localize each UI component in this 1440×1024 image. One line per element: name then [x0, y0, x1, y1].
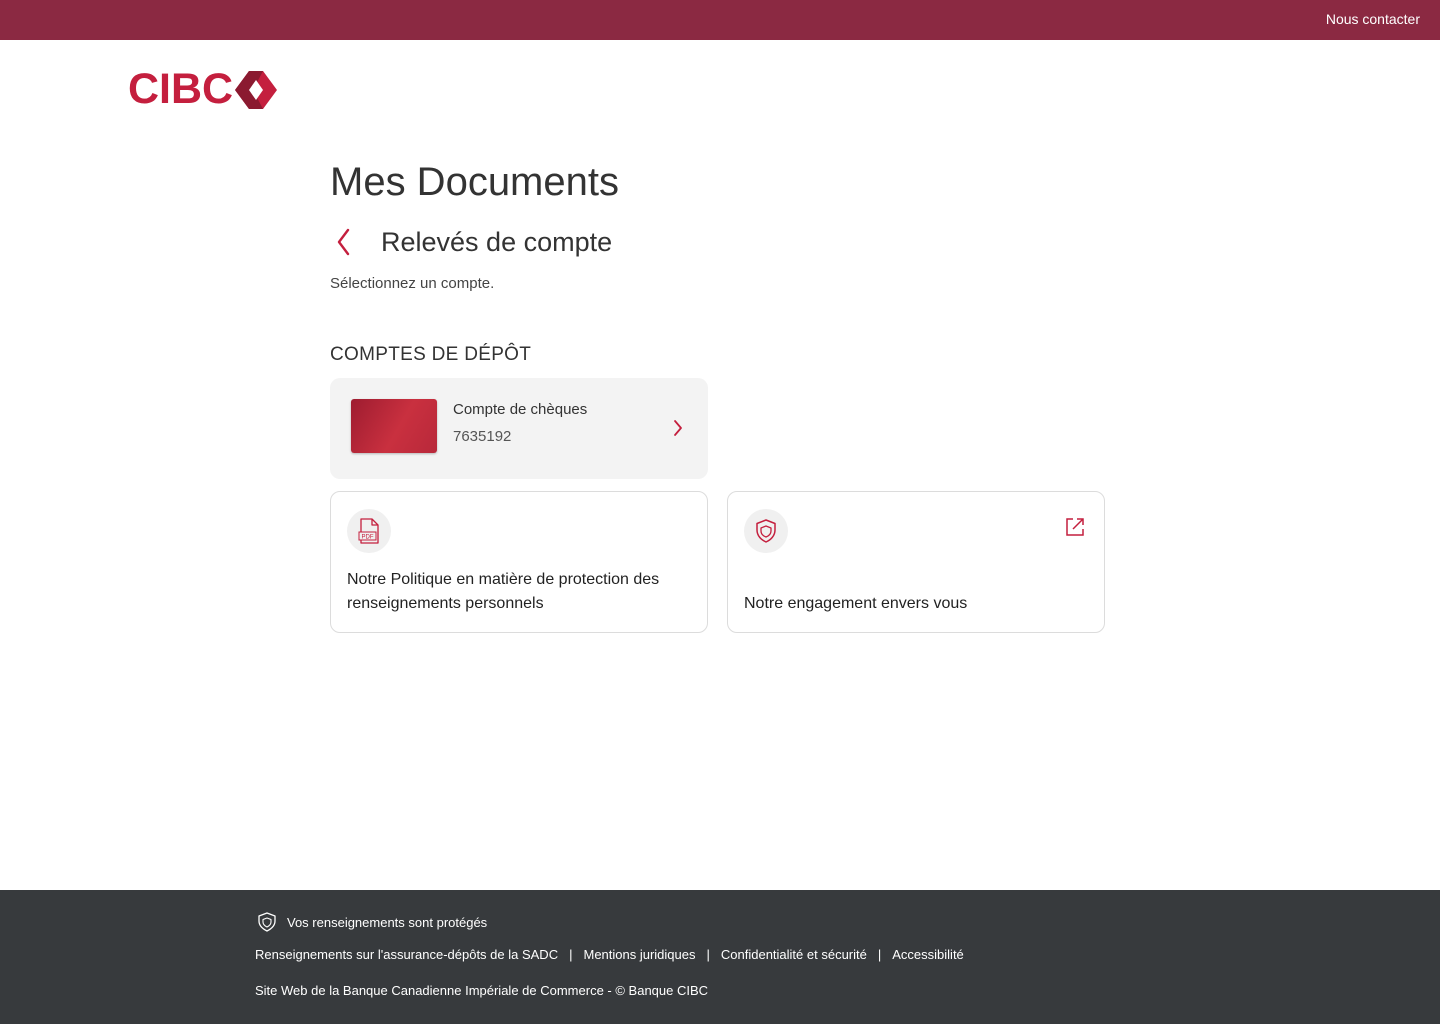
footer-link-accessibility[interactable]: Accessibilité: [892, 947, 964, 962]
section-subtitle: Relevés de compte: [381, 227, 613, 257]
account-card-chequing[interactable]: Compte de chèques 7635192: [330, 378, 708, 479]
shield-icon: [258, 912, 276, 932]
contact-link[interactable]: Nous contacter: [1326, 11, 1420, 27]
svg-text:PDF: PDF: [362, 535, 374, 541]
account-number: 7635192: [453, 428, 512, 445]
pdf-icon: PDF: [358, 518, 379, 544]
secure-notice: Vos renseignements sont protégés: [258, 912, 487, 932]
cibc-logo[interactable]: CIBC: [128, 65, 278, 113]
deposit-accounts-heading: COMPTES DE DÉPÔT: [330, 344, 532, 365]
instruction-text: Sélectionnez un compte.: [330, 275, 495, 292]
footer-separator: |: [706, 947, 710, 962]
pdf-icon-container: PDF: [347, 509, 391, 553]
privacy-policy-card[interactable]: PDF Notre Politique en matière de protec…: [330, 491, 708, 633]
commitment-card[interactable]: Notre engagement envers vous: [727, 491, 1105, 633]
top-bar: Nous contacter: [0, 0, 1440, 40]
chevron-left-icon: [337, 228, 350, 256]
chevron-right-icon: [674, 420, 682, 436]
footer-link-legal[interactable]: Mentions juridiques: [583, 947, 695, 962]
logo-wordmark: CIBC: [128, 65, 234, 113]
privacy-policy-text: Notre Politique en matière de protection…: [347, 571, 660, 612]
shield-icon: [756, 519, 776, 543]
logo-mark-icon: [235, 70, 278, 109]
footer: Vos renseignements sont protégés Renseig…: [0, 890, 1440, 1024]
card-thumbnail: [351, 399, 437, 453]
back-button[interactable]: [332, 226, 358, 258]
shield-icon-container: [744, 509, 788, 553]
page-title: Mes Documents: [330, 160, 619, 204]
account-name: Compte de chèques: [453, 401, 588, 418]
footer-link-privacy-security[interactable]: Confidentialité et sécurité: [721, 947, 867, 962]
commitment-text: Notre engagement envers vous: [744, 595, 968, 612]
footer-link-cdic[interactable]: Renseignements sur l'assurance-dépôts de…: [255, 947, 558, 962]
footer-links: Renseignements sur l'assurance-dépôts de…: [255, 947, 964, 962]
external-link-icon: [1066, 518, 1084, 536]
footer-separator: |: [877, 947, 882, 962]
footer-separator: |: [569, 947, 573, 962]
secure-notice-text: Vos renseignements sont protégés: [287, 914, 488, 930]
footer-copyright: Site Web de la Banque Canadienne Impéria…: [255, 983, 709, 998]
